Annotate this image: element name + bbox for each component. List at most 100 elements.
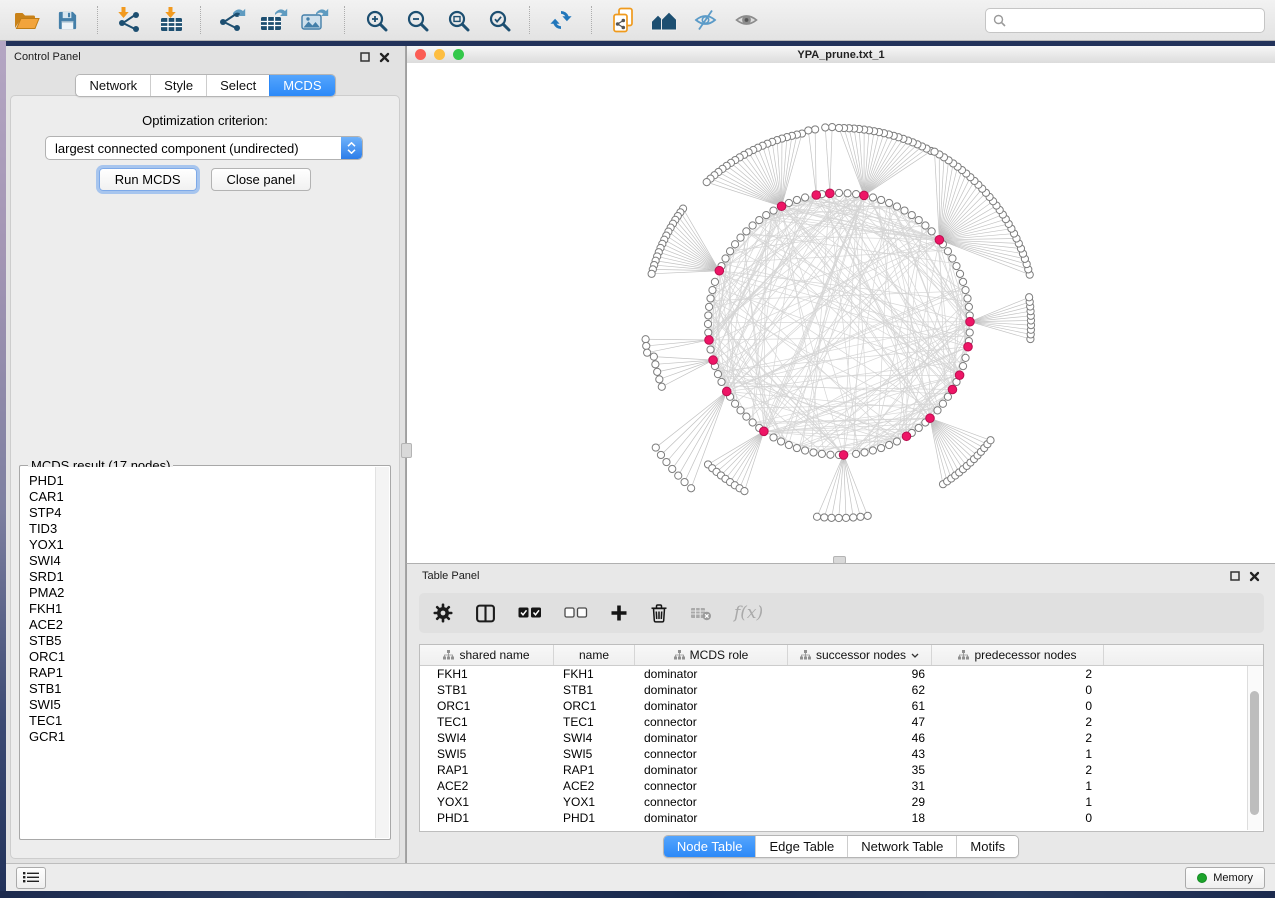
mcds-result-item[interactable]: STB5 [21, 633, 389, 649]
column-header-predecessor-nodes[interactable]: predecessor nodes [932, 645, 1104, 665]
mcds-result-item[interactable]: SWI5 [21, 697, 389, 713]
mcds-result-item[interactable]: PHD1 [21, 473, 389, 489]
mcds-result-item[interactable]: GCR1 [21, 729, 389, 745]
search-box[interactable] [985, 8, 1265, 33]
column-header-name[interactable]: name [554, 645, 635, 665]
table-row[interactable]: STB1STB1dominator620 [420, 682, 1263, 698]
sort-desc-icon[interactable] [911, 653, 919, 658]
table-row[interactable]: SWI5SWI5connector431 [420, 746, 1263, 762]
open-file-icon[interactable] [10, 4, 42, 36]
delete-column-icon[interactable] [650, 603, 668, 623]
mcds-list-scrollbar[interactable] [375, 467, 389, 838]
mcds-result-item[interactable]: ACE2 [21, 617, 389, 633]
table-row[interactable]: TEC1TEC1connector472 [420, 714, 1263, 730]
hide-graphics-details-icon[interactable] [689, 4, 721, 36]
table-row[interactable]: YOX1YOX1connector291 [420, 794, 1263, 810]
tab-network[interactable]: Network [76, 75, 150, 96]
table-row[interactable]: PHD1PHD1dominator180 [420, 810, 1263, 826]
select-all-icon[interactable] [518, 607, 542, 619]
zoom-in-icon[interactable] [360, 4, 392, 36]
control-panel: Control Panel NetworkStyleSelectMCDS Opt… [6, 46, 406, 863]
table-cell: 2 [932, 731, 1104, 745]
settings-icon[interactable] [433, 603, 453, 623]
tab-select[interactable]: Select [206, 75, 269, 96]
horizontal-splitter-grip[interactable] [833, 556, 846, 564]
table-cell: connector [635, 779, 788, 793]
table-cell: 43 [788, 747, 932, 761]
table-row[interactable]: FKH1FKH1dominator962 [420, 666, 1263, 682]
zoom-fit-icon[interactable] [442, 4, 474, 36]
mcds-result-item[interactable]: TID3 [21, 521, 389, 537]
export-network-icon[interactable] [216, 4, 248, 36]
table-row[interactable]: RAP1RAP1dominator352 [420, 762, 1263, 778]
float-panel-icon[interactable] [1230, 571, 1240, 581]
tab-mcds[interactable]: MCDS [269, 75, 334, 96]
mcds-result-item[interactable]: ORC1 [21, 649, 389, 665]
split-view-icon[interactable] [475, 603, 496, 624]
table-cell: SWI4 [554, 731, 635, 745]
optimization-criterion-select[interactable]: largest connected component (undirected) [45, 136, 363, 160]
task-history-button[interactable] [16, 867, 46, 889]
mcds-result-item[interactable]: PMA2 [21, 585, 389, 601]
mcds-result-item[interactable]: CAR1 [21, 489, 389, 505]
import-network-icon[interactable] [113, 4, 145, 36]
mcds-result-item[interactable]: YOX1 [21, 537, 389, 553]
search-input[interactable] [1011, 12, 1257, 28]
column-header-mcds-role[interactable]: MCDS role [635, 645, 788, 665]
desktop-wallpaper-bottom [0, 891, 1275, 898]
share-document-icon[interactable] [607, 4, 639, 36]
vertical-splitter-grip[interactable] [401, 443, 412, 458]
table-cell: RAP1 [420, 763, 554, 777]
table-cell: 29 [788, 795, 932, 809]
close-window-button[interactable] [415, 49, 426, 60]
table-row[interactable]: ACE2ACE2connector311 [420, 778, 1263, 794]
refresh-view-icon[interactable] [545, 4, 577, 36]
add-column-icon[interactable] [610, 604, 628, 622]
tab-style[interactable]: Style [150, 75, 206, 96]
table-tab-motifs[interactable]: Motifs [956, 836, 1018, 857]
table-tab-edge-table[interactable]: Edge Table [755, 836, 847, 857]
table-column-icon [958, 650, 969, 660]
float-panel-icon[interactable] [360, 52, 370, 62]
select-stepper[interactable] [341, 137, 362, 159]
network-canvas[interactable] [407, 63, 1275, 563]
run-mcds-button[interactable]: Run MCDS [99, 168, 197, 191]
minimize-window-button[interactable] [434, 49, 445, 60]
mcds-result-item[interactable]: STP4 [21, 505, 389, 521]
maximize-window-button[interactable] [453, 49, 464, 60]
mcds-result-item[interactable]: SRD1 [21, 569, 389, 585]
zoom-selected-icon[interactable] [483, 4, 515, 36]
save-session-icon[interactable] [51, 4, 83, 36]
mcds-result-item[interactable]: FKH1 [21, 601, 389, 617]
memory-button[interactable]: Memory [1185, 867, 1265, 889]
table-cell: dominator [635, 763, 788, 777]
network-graph[interactable] [407, 63, 1275, 563]
close-panel-button[interactable]: Close panel [211, 168, 312, 191]
list-icon [23, 871, 39, 884]
close-panel-icon[interactable] [1249, 571, 1260, 582]
table-scrollbar[interactable] [1247, 666, 1262, 830]
mcds-result-item[interactable]: SWI4 [21, 553, 389, 569]
export-image-icon[interactable] [298, 4, 330, 36]
home-icon[interactable] [648, 4, 680, 36]
deselect-all-icon[interactable] [564, 607, 588, 619]
table-cell: ORC1 [554, 699, 635, 713]
import-table-icon[interactable] [154, 4, 186, 36]
table-tab-node-table[interactable]: Node Table [664, 836, 756, 857]
mcds-result-item[interactable]: TEC1 [21, 713, 389, 729]
column-header-successor-nodes[interactable]: successor nodes [788, 645, 932, 665]
table-scrollbar-thumb[interactable] [1250, 691, 1259, 815]
table-row[interactable]: ORC1ORC1dominator610 [420, 698, 1263, 714]
table-row[interactable]: SWI4SWI4dominator462 [420, 730, 1263, 746]
column-header-shared-name[interactable]: shared name [420, 645, 554, 665]
network-window-titlebar[interactable]: YPA_prune.txt_1 [407, 46, 1275, 64]
show-graphics-details-icon[interactable] [730, 4, 762, 36]
mcds-result-item[interactable]: STB1 [21, 681, 389, 697]
zoom-out-icon[interactable] [401, 4, 433, 36]
close-panel-icon[interactable] [379, 52, 390, 63]
search-icon [993, 14, 1006, 27]
mcds-result-item[interactable]: RAP1 [21, 665, 389, 681]
export-table-icon[interactable] [257, 4, 289, 36]
table-cell: 62 [788, 683, 932, 697]
table-tab-network-table[interactable]: Network Table [847, 836, 956, 857]
